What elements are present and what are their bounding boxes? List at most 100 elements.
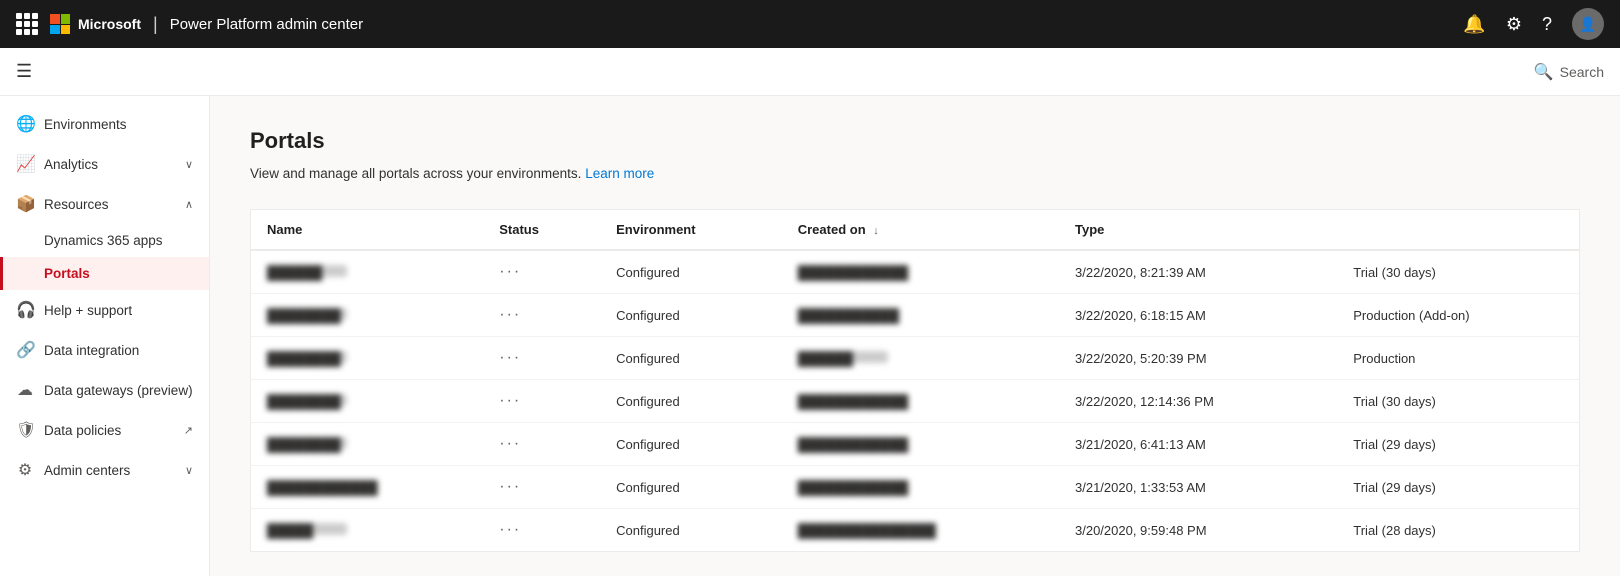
layout: 🌐 Environments 📈 Analytics ∨ 📦 Resources… [0,96,1620,576]
sidebar-item-resources[interactable]: 📦 Resources ∧ [0,184,209,224]
avatar[interactable]: 👤 [1572,8,1604,40]
cell-created-on: 3/21/2020, 1:33:53 AM [1059,466,1337,509]
main-content: Portals View and manage all portals acro… [210,96,1620,576]
cell-status: Configured [600,509,782,552]
table-body: ██████···Configured████████████3/22/2020… [251,250,1579,551]
cell-menu-dots[interactable]: ··· [483,294,600,337]
col-header-created-on[interactable]: Created on ↓ [782,210,1059,250]
page-title: Portals [250,128,1580,154]
cell-type: Production [1337,337,1579,380]
analytics-label: Analytics [44,157,175,172]
cell-name: ████████ [251,337,483,380]
admin-centers-icon: ⚙ [16,460,34,480]
table-row[interactable]: ██████···Configured████████████3/22/2020… [251,250,1579,294]
help-support-icon: 🎧 [16,300,34,320]
table-header-row: Name Status Environment Created on ↓ [251,210,1579,250]
cell-name: ██████ [251,250,483,294]
bell-icon[interactable]: 🔔 [1463,14,1485,35]
sidebar-item-environments[interactable]: 🌐 Environments [0,104,209,144]
cell-created-on: 3/22/2020, 5:20:39 PM [1059,337,1337,380]
settings-icon[interactable]: ⚙ [1506,14,1522,35]
portals-table: Name Status Environment Created on ↓ [251,210,1579,551]
cell-menu-dots[interactable]: ··· [483,466,600,509]
analytics-chevron: ∨ [185,158,193,171]
analytics-icon: 📈 [16,154,34,174]
cell-created-on: 3/21/2020, 6:41:13 AM [1059,423,1337,466]
search-button[interactable]: 🔍 Search [1534,62,1604,82]
cell-name: █████ [251,509,483,552]
learn-more-link[interactable]: Learn more [585,166,654,181]
cell-type: Trial (30 days) [1337,380,1579,423]
table-row[interactable]: ████████···Configured████████████3/22/20… [251,380,1579,423]
sidebar-item-admin-centers[interactable]: ⚙ Admin centers ∨ [0,450,209,490]
page-subtitle: View and manage all portals across your … [250,166,1580,181]
sidebar-item-data-integration[interactable]: 🔗 Data integration [0,330,209,370]
col-header-name[interactable]: Name [251,210,483,250]
cell-status: Configured [600,423,782,466]
topbar: Microsoft | Power Platform admin center … [0,0,1620,48]
data-policies-ext-icon: ↗ [184,424,193,437]
cell-environment: ████████████ [782,423,1059,466]
portals-label: Portals [44,266,90,281]
resources-label: Resources [44,197,175,212]
waffle-menu[interactable] [16,13,38,35]
more-options-icon[interactable]: ··· [499,392,521,409]
cell-status: Configured [600,250,782,294]
sidebar: 🌐 Environments 📈 Analytics ∨ 📦 Resources… [0,96,210,576]
cell-name: ████████ [251,294,483,337]
help-icon[interactable]: ? [1542,14,1552,35]
data-integration-icon: 🔗 [16,340,34,360]
hamburger-button[interactable]: ☰ [16,61,32,82]
search-icon: 🔍 [1534,62,1554,82]
cell-type: Trial (30 days) [1337,250,1579,294]
sidebar-item-data-gateways[interactable]: ☁ Data gateways (preview) [0,370,209,410]
table-row[interactable]: █████···Configured███████████████3/20/20… [251,509,1579,552]
more-options-icon[interactable]: ··· [499,521,521,538]
cell-status: Configured [600,294,782,337]
cell-menu-dots[interactable]: ··· [483,380,600,423]
more-options-icon[interactable]: ··· [499,478,521,495]
environments-icon: 🌐 [16,114,34,134]
cell-environment: ███████████████ [782,509,1059,552]
cell-name: ████████ [251,380,483,423]
cell-type: Trial (29 days) [1337,466,1579,509]
cell-status: Configured [600,380,782,423]
sidebar-item-data-policies[interactable]: 🛡 Data policies ↗ [0,410,209,450]
cell-menu-dots[interactable]: ··· [483,250,600,294]
col-header-status[interactable]: Status [483,210,600,250]
separator: | [153,14,158,35]
cell-menu-dots[interactable]: ··· [483,423,600,466]
table-row[interactable]: ████████████···Configured████████████3/2… [251,466,1579,509]
col-header-type[interactable]: Type [1059,210,1337,250]
more-options-icon[interactable]: ··· [499,435,521,452]
more-options-icon[interactable]: ··· [499,349,521,366]
more-options-icon[interactable]: ··· [499,306,521,323]
sidebar-item-dynamics365[interactable]: Dynamics 365 apps [0,224,209,257]
cell-created-on: 3/22/2020, 6:18:15 AM [1059,294,1337,337]
cell-created-on: 3/22/2020, 8:21:39 AM [1059,250,1337,294]
data-policies-icon: 🛡 [16,420,34,440]
admin-centers-chevron: ∨ [185,464,193,477]
col-header-environment[interactable]: Environment [600,210,782,250]
subbar: ☰ 🔍 Search [0,48,1620,96]
table-row[interactable]: ████████···Configured██████3/22/2020, 5:… [251,337,1579,380]
sidebar-item-portals[interactable]: Portals [0,257,209,290]
topbar-right: 🔔 ⚙ ? 👤 [1463,8,1604,40]
sidebar-item-analytics[interactable]: 📈 Analytics ∨ [0,144,209,184]
cell-environment: ████████████ [782,466,1059,509]
dynamics365-label: Dynamics 365 apps [44,233,163,248]
table-row[interactable]: ████████···Configured████████████3/21/20… [251,423,1579,466]
data-gateways-icon: ☁ [16,380,34,400]
cell-menu-dots[interactable]: ··· [483,509,600,552]
cell-environment: ███████████ [782,294,1059,337]
admin-centers-label: Admin centers [44,463,175,478]
cell-name: ████████████ [251,466,483,509]
table-row[interactable]: ████████ ··· Configured███████████3/22/202… [251,294,1579,337]
cell-menu-dots[interactable]: ··· [483,337,600,380]
sidebar-item-help-support[interactable]: 🎧 Help + support [0,290,209,330]
portals-table-container: Name Status Environment Created on ↓ [250,209,1580,552]
data-gateways-label: Data gateways (preview) [44,383,193,398]
more-options-icon[interactable]: ··· [499,263,521,280]
app-name-label: Power Platform admin center [170,16,363,33]
data-integration-label: Data integration [44,343,193,358]
